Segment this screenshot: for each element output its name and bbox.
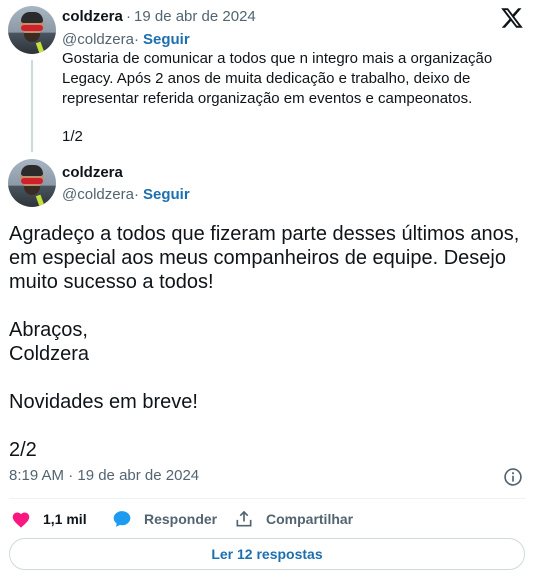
author-handle[interactable]: @coldzera bbox=[62, 31, 134, 48]
share-upload-icon bbox=[236, 510, 252, 527]
reply-button[interactable]: Responder bbox=[112, 509, 217, 529]
author-name[interactable]: coldzera bbox=[62, 8, 123, 25]
speech-bubble-icon bbox=[113, 511, 131, 527]
heart-icon bbox=[12, 512, 30, 528]
x-logo-icon[interactable] bbox=[499, 6, 525, 30]
follow-button[interactable]: Seguir bbox=[143, 31, 190, 48]
thread-connector bbox=[31, 60, 33, 152]
tweet1-counter: 1/2 bbox=[62, 128, 83, 145]
tweet2-counter: 2/2 bbox=[9, 439, 37, 461]
info-icon[interactable] bbox=[503, 467, 523, 487]
tweet1-text: Gostaria de comunicar a todos que n inte… bbox=[62, 50, 493, 107]
reply-label: Responder bbox=[144, 511, 218, 527]
tweet-timestamp[interactable]: 8:19 AM · 19 de abr de 2024 bbox=[9, 467, 199, 484]
share-button[interactable]: Compartilhar bbox=[234, 509, 353, 529]
separator-dot: · bbox=[126, 8, 131, 25]
author-avatar[interactable] bbox=[8, 159, 56, 207]
handle-separator: · bbox=[134, 186, 139, 203]
share-label: Compartilhar bbox=[266, 511, 354, 527]
author-avatar[interactable] bbox=[8, 6, 56, 54]
tweet2-signature: Coldzera bbox=[9, 343, 90, 365]
tweet-date[interactable]: 19 de abr de 2024 bbox=[134, 8, 256, 25]
author-handle[interactable]: @coldzera bbox=[62, 186, 134, 203]
handle-separator: · bbox=[134, 31, 139, 48]
tweet2-announcement: Novidades em breve! bbox=[9, 391, 198, 413]
like-count: 1,1 mil bbox=[43, 511, 87, 527]
read-replies-button[interactable]: Ler 12 respostas bbox=[9, 538, 525, 570]
tweet2-paragraph: Agradeço a todos que fizeram parte desse… bbox=[9, 223, 520, 293]
divider bbox=[9, 498, 526, 499]
author-name[interactable]: coldzera bbox=[62, 164, 123, 181]
like-button[interactable]: 1,1 mil bbox=[11, 509, 87, 529]
tweet2-closing-line: Abraços, bbox=[9, 319, 88, 341]
follow-button[interactable]: Seguir bbox=[143, 186, 190, 203]
